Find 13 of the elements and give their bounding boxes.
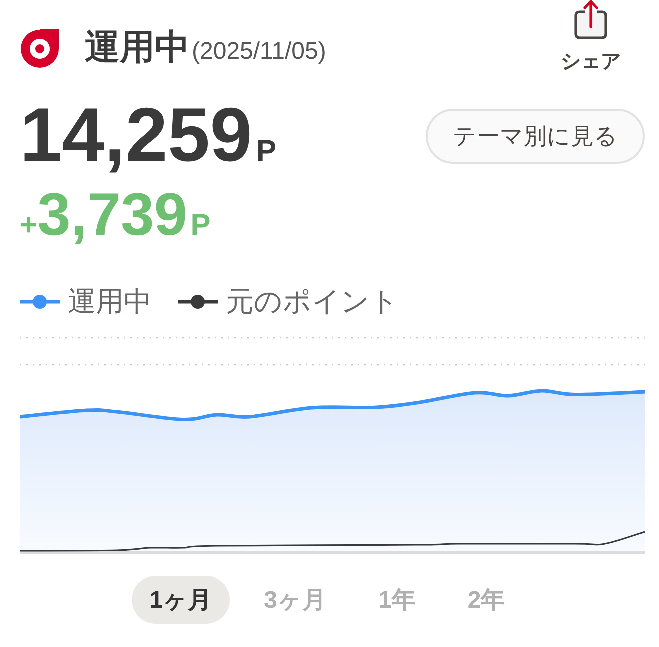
balance-value: 14,259 bbox=[20, 98, 252, 174]
legend-label: 元のポイント bbox=[226, 285, 399, 319]
share-button[interactable]: シェア bbox=[561, 0, 621, 75]
gain-sign: + bbox=[20, 209, 38, 243]
date-label: (2025/11/05) bbox=[192, 38, 326, 66]
balance-unit: P bbox=[256, 135, 276, 169]
legend-label: 運用中 bbox=[68, 285, 152, 319]
logo-icon bbox=[20, 28, 60, 68]
theme-view-button[interactable]: テーマ別に見る bbox=[426, 108, 645, 164]
page-title: 運用中 bbox=[85, 27, 190, 69]
gain-value: 3,739 bbox=[38, 182, 188, 248]
period-tab[interactable]: 1ヶ月 bbox=[132, 576, 230, 624]
gain-unit: P bbox=[190, 209, 211, 243]
